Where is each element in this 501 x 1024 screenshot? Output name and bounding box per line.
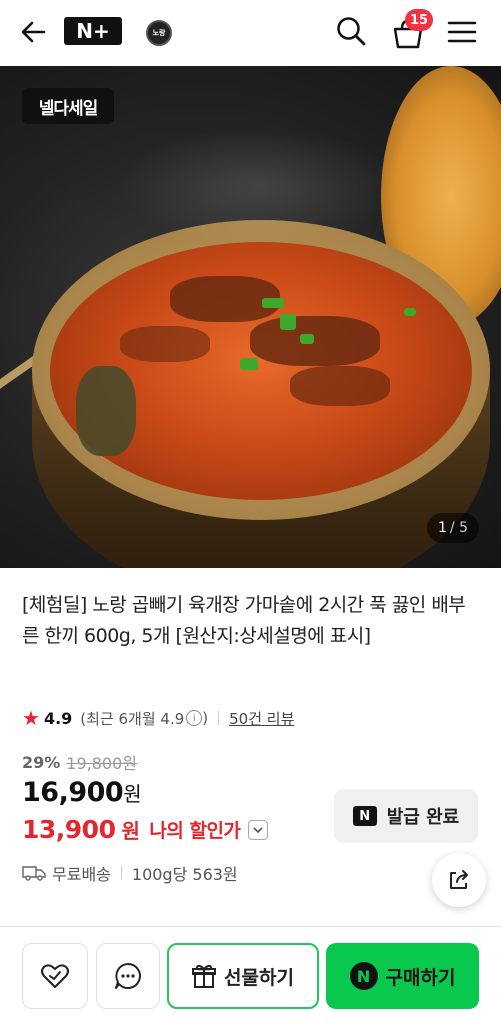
shipping-row: 무료배송 100g당 563원 (22, 861, 238, 885)
rating-row: ★ 4.9 (최근 6개월 4.9 i) 50건 리뷰 (22, 706, 295, 730)
share-button[interactable] (432, 853, 486, 907)
talk-chat-button[interactable] (96, 943, 160, 1009)
coupon-issued-button[interactable]: N 발급 완료 (334, 789, 478, 843)
discount-rate: 29% (22, 752, 61, 772)
bottom-divider (0, 926, 501, 927)
store-brand-logo[interactable]: 노랑 (146, 20, 172, 46)
original-price: 19,800원 (66, 754, 138, 773)
review-count-link[interactable]: 50건 리뷰 (229, 708, 294, 729)
wishlist-button[interactable] (22, 943, 88, 1009)
sale-event-badge: 넬다세일 (22, 88, 114, 124)
sale-price-value: 16,900 (22, 777, 124, 808)
image-page-indicator: 1 / 5 (427, 513, 479, 543)
chevron-down-icon[interactable] (248, 819, 269, 840)
hamburger-menu-icon (447, 21, 477, 43)
chat-bubble-icon (115, 963, 141, 989)
heart-check-icon (41, 964, 69, 988)
naver-plus-logo[interactable]: N+ (64, 17, 122, 45)
green-onion (404, 308, 416, 316)
shipping-text: 무료배송 (52, 865, 111, 884)
search-button[interactable] (334, 14, 368, 48)
cart-count-badge: 15 (405, 9, 434, 31)
search-icon (337, 17, 366, 46)
divider (218, 711, 220, 725)
my-discount-price[interactable]: 13,900 원 나의 할인가 (22, 815, 269, 844)
green-onion (300, 334, 314, 344)
page-total: / 5 (449, 520, 468, 536)
buy-label: 구매하기 (385, 966, 456, 989)
back-button[interactable] (18, 16, 50, 48)
my-price-value: 13,900 (22, 815, 116, 844)
recent-rating-text: (최근 6개월 4.9 (80, 709, 185, 728)
menu-button[interactable] (445, 16, 479, 48)
logo-text: N+ (76, 19, 110, 43)
top-header: N+ 노랑 15 (0, 0, 501, 64)
discount-row: 29% 19,800원 (22, 750, 137, 774)
meat-piece (250, 316, 380, 366)
buy-button[interactable]: N 구매하기 (326, 943, 479, 1009)
gift-button[interactable]: 선물하기 (167, 943, 319, 1009)
green-onion (280, 314, 296, 330)
share-icon (450, 870, 468, 889)
meat-piece (120, 326, 210, 362)
my-price-label: 나의 할인가 (149, 820, 241, 842)
arrow-left-icon (21, 21, 46, 43)
green-onion (262, 298, 284, 308)
my-price-unit: 원 (121, 819, 140, 843)
gift-icon (192, 964, 217, 988)
naver-pay-icon: N (349, 962, 378, 990)
rating-value: 4.9 (43, 708, 73, 728)
unit-price-text: 100g당 563원 (131, 865, 238, 884)
meat-piece (290, 366, 390, 406)
gift-label: 선물하기 (224, 966, 294, 989)
sale-price: 16,900원 (22, 777, 142, 808)
page-current: 1 (438, 520, 447, 536)
star-icon: ★ (22, 706, 40, 730)
brand-logo-text: 노랑 (152, 29, 166, 37)
product-image-carousel[interactable] (0, 66, 501, 568)
naver-n-icon: N (352, 806, 377, 826)
vegetable-leaf (76, 366, 136, 456)
sale-price-unit: 원 (123, 782, 142, 806)
truck-icon (22, 866, 46, 881)
divider (120, 866, 122, 880)
coupon-label: 발급 완료 (386, 807, 460, 828)
info-icon[interactable]: i (186, 710, 203, 726)
steam-effect (120, 126, 400, 246)
product-title: [체험딜] 노랑 곱빼기 육개장 가마솥에 2시간 푹 끓인 배부른 한끼 60… (22, 594, 466, 647)
green-onion (240, 358, 258, 370)
